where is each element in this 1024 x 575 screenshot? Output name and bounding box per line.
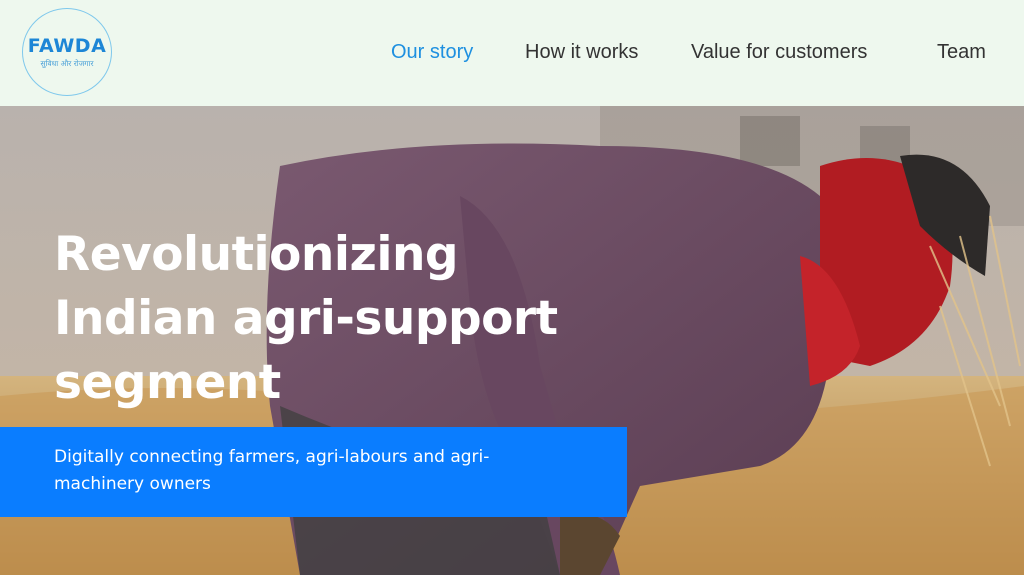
nav-how-it-works[interactable]: How it works <box>525 38 638 66</box>
nav-team[interactable]: Team <box>937 38 986 66</box>
headline-line-2: Indian agri-support <box>54 291 558 346</box>
nav-value-for-customers[interactable]: Value for customers <box>691 38 867 66</box>
nav-our-story[interactable]: Our story <box>391 38 473 66</box>
headline-line-3: segment <box>54 355 281 410</box>
headline-line-1: Revolutionizing <box>54 227 459 282</box>
hero-section: Revolutionizing Indian agri-support segm… <box>0 106 1024 575</box>
site-header: FAWDA सुविधा और रोजगार Our story How it … <box>0 0 1024 106</box>
hero-subtext: Digitally connecting farmers, agri-labou… <box>54 447 490 494</box>
main-nav: Our story How it works Value for custome… <box>0 38 1024 66</box>
hero-headline: Revolutionizing Indian agri-support segm… <box>54 223 674 415</box>
hero-subtext-banner: Digitally connecting farmers, agri-labou… <box>0 427 627 517</box>
